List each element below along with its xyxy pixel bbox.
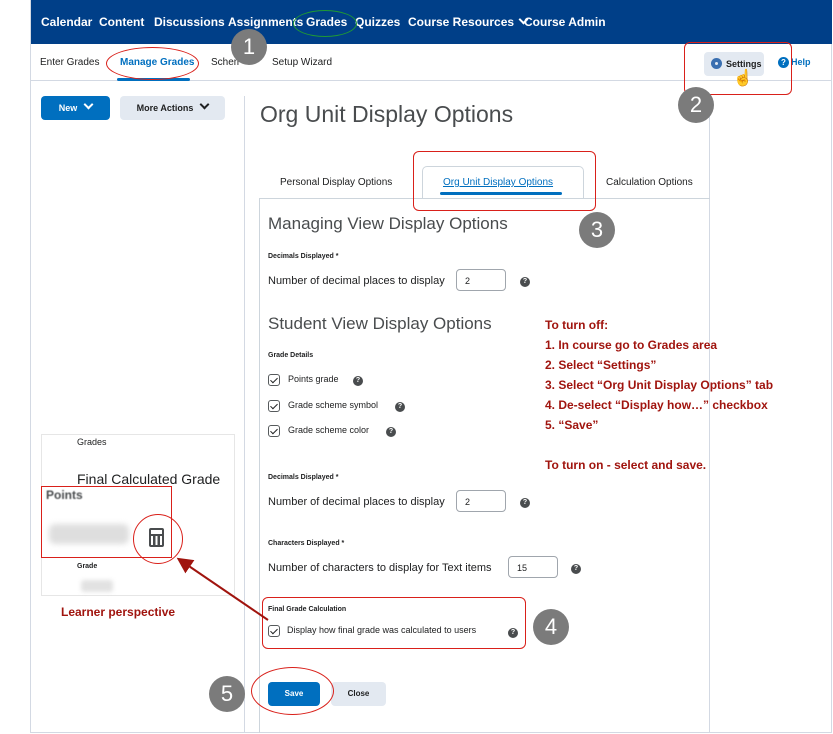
step-5-badge: 5 <box>209 676 245 712</box>
step-4-badge: 4 <box>533 609 569 645</box>
step-3-badge: 3 <box>579 212 615 248</box>
step-1-badge: 1 <box>231 29 267 65</box>
step-2-badge: 2 <box>678 87 714 123</box>
